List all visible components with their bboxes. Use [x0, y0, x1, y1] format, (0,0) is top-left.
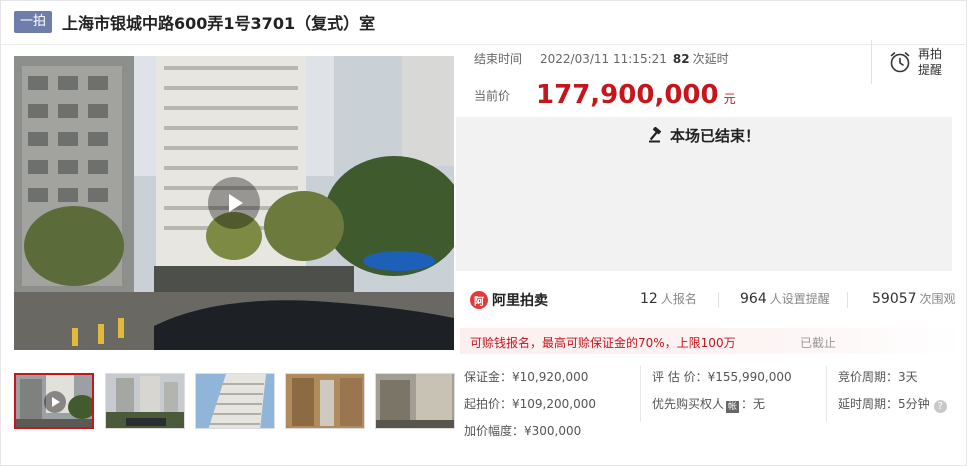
current-price-row: 当前价 177,900,000 元 [474, 80, 736, 110]
auction-status-panel: 本场已结束！ [456, 117, 952, 271]
cycle-label: 竞价周期： [838, 370, 899, 384]
thumbnail-photo[interactable] [195, 373, 275, 429]
stats-row: 阿 阿里拍卖 12 人报名 964 人设置提醒 59057 次围观 [470, 284, 960, 316]
ended-message: 本场已结束！ [669, 127, 760, 145]
appraisal-row: 评 估 价：¥155,990,000 [652, 368, 792, 385]
current-price: 177,900,000 [536, 80, 719, 110]
thumbnail-photo[interactable] [105, 373, 185, 429]
reminders-count: 964 [740, 291, 767, 307]
ended-message-row: 本场已结束！ [456, 125, 952, 146]
reminders-label: 人设置提醒 [769, 292, 830, 306]
currency-unit: 元 [723, 92, 736, 106]
credit-notice-status: 已截止 [800, 336, 837, 350]
bidding-cycle-row: 竞价周期：3天 [838, 368, 918, 385]
title-row: 一拍 上海市银城中路600弄1号3701（复式）室 [14, 9, 375, 35]
end-time-row: 结束时间 2022/03/11 11:15:21 82 次延时 [474, 50, 729, 67]
increment-value: ¥300,000 [524, 424, 582, 438]
priority-tag: 帐 [726, 401, 740, 413]
page-title: 上海市银城中路600弄1号3701（复式）室 [62, 14, 376, 33]
cycle-value: 3天 [898, 370, 918, 384]
views-stat: 59057 次围观 [872, 290, 956, 307]
reminders-stat: 964 人设置提醒 [740, 290, 830, 307]
question-icon[interactable]: ? [933, 400, 947, 413]
extension-count: 82 [672, 51, 690, 66]
thumbnail-image [376, 374, 454, 428]
start-price-value: ¥109,200,000 [512, 397, 596, 411]
thumbnail-image [196, 374, 274, 428]
increment-row: 加价幅度：¥300,000 [464, 422, 581, 439]
details-divider [826, 366, 827, 422]
main-photo[interactable] [14, 56, 454, 350]
extension-label: 次延时 [692, 52, 729, 66]
views-count: 59057 [872, 291, 917, 307]
delay-value: 5分钟 [898, 397, 930, 411]
signups-count: 12 [640, 291, 658, 307]
auction-details: 保证金：¥10,920,000 起拍价：¥109,200,000 加价幅度：¥3… [464, 364, 962, 444]
alarm-clock-icon [890, 52, 910, 73]
appraisal-label: 评 估 价： [652, 370, 708, 384]
stat-divider [847, 292, 848, 308]
start-price-row: 起拍价：¥109,200,000 [464, 395, 596, 412]
deposit-value: ¥10,920,000 [512, 370, 589, 384]
end-time-label: 结束时间 [474, 52, 523, 66]
end-time-value: 2022/03/11 11:15:21 [540, 51, 667, 66]
signups-label: 人报名 [660, 292, 697, 306]
delay-cycle-row: 延时周期：5分钟? [838, 395, 947, 413]
play-video-button[interactable] [208, 177, 260, 229]
thumbnail-photo[interactable] [375, 373, 455, 429]
remind-button[interactable]: 再拍提醒 [871, 40, 962, 84]
thumbnail-photo[interactable] [285, 373, 365, 429]
appraisal-value: ¥155,990,000 [707, 370, 792, 384]
views-label: 次围观 [919, 292, 956, 306]
credit-notice-bar: 可赊钱报名，最高可赊保证金的70%，上限100万 已截止 [460, 328, 962, 354]
priority-buyer-row: 优先购买权人帐：无 [652, 395, 765, 413]
play-icon [229, 194, 243, 212]
platform-logo: 阿 阿里拍卖 [470, 290, 548, 310]
deposit-row: 保证金：¥10,920,000 [464, 368, 588, 385]
signups-stat: 12 人报名 [640, 290, 697, 307]
credit-notice-text: 可赊钱报名，最高可赊保证金的70%，上限100万 [470, 336, 736, 350]
details-divider [640, 366, 641, 422]
gavel-icon [648, 127, 662, 143]
platform-name: 阿里拍卖 [492, 293, 548, 309]
increment-label: 加价幅度： [464, 424, 525, 438]
deposit-label: 保证金： [464, 370, 513, 384]
delay-label: 延时周期： [838, 397, 899, 411]
thumbnail-image [106, 374, 184, 428]
auction-info: 结束时间 2022/03/11 11:15:21 82 次延时 当前价 177,… [460, 40, 962, 120]
platform-logo-mark: 阿 [470, 291, 488, 309]
thumbnail-video[interactable] [14, 373, 94, 429]
play-icon [44, 391, 66, 413]
thumbnail-image [286, 374, 364, 428]
current-price-label: 当前价 [474, 89, 511, 103]
priority-value: ：无 [741, 397, 766, 411]
start-price-label: 起拍价： [464, 397, 513, 411]
thumbnail-strip [14, 373, 455, 429]
round-badge: 一拍 [14, 11, 53, 33]
priority-label: 优先购买权人 [652, 397, 725, 411]
remind-label: 再拍提醒 [918, 47, 943, 77]
stat-divider [718, 292, 719, 308]
